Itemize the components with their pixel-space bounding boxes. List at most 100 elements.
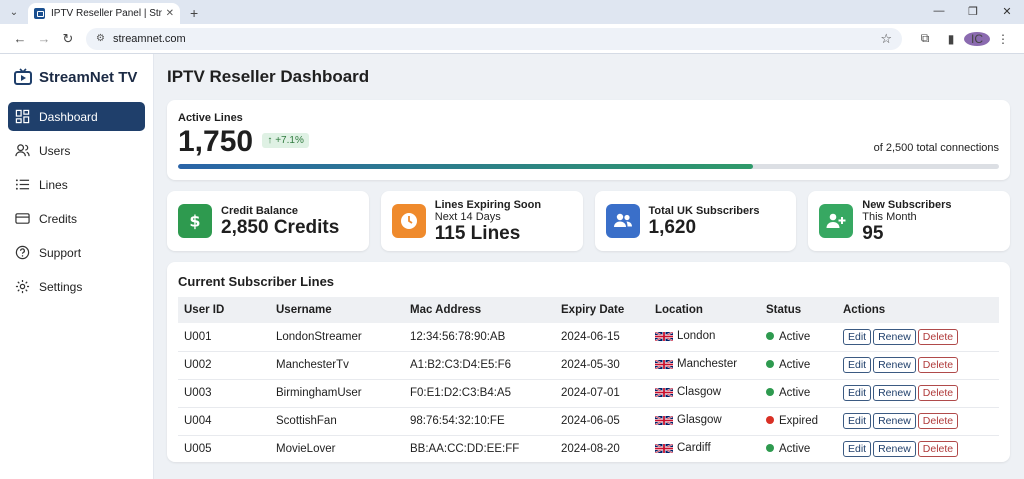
add-user-icon [826, 213, 846, 228]
brand-name: StreamNet TV [39, 68, 138, 86]
delete-button[interactable]: Delete [917, 413, 959, 429]
cell-username: MovieLover [270, 435, 404, 464]
cell-mac-address: BB:AA:CC:DD:EE:FF [404, 435, 555, 464]
sidebar-item-dashboard[interactable]: Dashboard [8, 102, 145, 131]
browser-tab[interactable]: IPTV Reseller Panel | StreamNe ✕ [28, 3, 180, 24]
cell-status: Active [760, 435, 837, 464]
clock-icon [400, 213, 417, 229]
edit-button[interactable]: Edit [843, 441, 872, 457]
stat-label: New Subscribers [862, 198, 952, 211]
brand[interactable]: StreamNet TV [8, 66, 145, 88]
browser-menu-icon[interactable]: ⋮ [990, 32, 1016, 46]
location-text: Cardiff [677, 442, 711, 454]
stats-row: $ Credit Balance 2,850 Credits Lines Exp… [167, 191, 1010, 251]
svg-text:$: $ [189, 212, 200, 230]
sidebar-item-support[interactable]: Support [8, 238, 145, 267]
cell-location: Clasgow [649, 379, 760, 408]
app-container: StreamNet TV Dashboard Users Lines Credi… [0, 54, 1024, 479]
edit-button[interactable]: Edit [843, 328, 872, 345]
close-window-icon[interactable]: ✕ [990, 0, 1024, 22]
column-header: Mac Address [404, 297, 555, 323]
forward-icon[interactable]: → [32, 31, 56, 46]
renew-button[interactable]: Renew [873, 357, 916, 373]
cell-location: London [649, 323, 760, 352]
url-text: streamnet.com [112, 32, 186, 45]
column-header: User ID [178, 297, 270, 323]
reload-icon[interactable]: ↻ [56, 31, 80, 47]
sidebar-item-label: Support [39, 245, 82, 260]
stat-sublabel: Next 14 Days [434, 210, 501, 223]
cell-location: Glasgow [649, 407, 760, 436]
stat-icon-box [605, 204, 640, 238]
active-lines-label: Active Lines [178, 112, 243, 124]
bookmark-star-icon[interactable]: ☆ [880, 31, 892, 47]
cell-user-id: U004 [178, 407, 270, 436]
cell-username: ManchesterTv [270, 351, 404, 380]
edit-button[interactable]: Edit [843, 357, 872, 373]
help-icon [15, 245, 30, 260]
cell-user-id: U001 [178, 323, 270, 352]
stat-lines-expiring: Lines Expiring Soon Next 14 Days 115 Lin… [380, 191, 583, 251]
side-panel-icon[interactable]: ▮ [938, 32, 964, 46]
delete-button[interactable]: Delete [917, 441, 959, 457]
cell-actions: Edit Renew Delete [837, 323, 999, 352]
sidebar-item-settings[interactable]: Settings [8, 272, 145, 301]
stat-total-uk-subscribers: Total UK Subscribers 1,620 [594, 191, 797, 251]
favicon-icon [34, 8, 45, 19]
cell-username: BirminghamUser [270, 379, 404, 408]
avatar: IC [964, 31, 990, 46]
cell-expiry-date: 2024-07-01 [555, 379, 649, 408]
tab-title: IPTV Reseller Panel | StreamNe [51, 8, 162, 19]
stat-icon-box [819, 204, 854, 238]
cell-location: Cardiff [649, 435, 760, 464]
renew-button[interactable]: Renew [873, 328, 916, 345]
back-icon[interactable]: ← [8, 31, 32, 46]
renew-button[interactable]: Renew [873, 413, 916, 429]
delete-button[interactable]: Delete [917, 357, 959, 373]
renew-button[interactable]: Renew [873, 441, 916, 457]
profile-avatar[interactable]: IC [964, 31, 990, 46]
new-tab-icon[interactable]: + [190, 5, 198, 21]
growth-badge: ↑ +7.1% [262, 133, 309, 148]
tab-close-icon[interactable]: ✕ [166, 8, 174, 19]
extensions-icon[interactable]: ⧉ [912, 31, 938, 46]
minimize-icon[interactable]: — [922, 0, 956, 22]
stat-sublabel: This Month [862, 210, 917, 223]
tab-search-chevron-icon[interactable]: ⌄ [4, 2, 24, 22]
tv-logo-icon [14, 68, 32, 85]
status-dot-icon [766, 444, 774, 452]
cell-username: ScottishFan [270, 407, 404, 436]
gear-icon [15, 279, 30, 294]
users-icon [15, 144, 30, 157]
site-settings-icon[interactable]: ⚙ [96, 33, 105, 44]
table-row: U002 ManchesterTv A1:B2:C3:D4:E5:F6 2024-05… [178, 351, 999, 380]
browser-tab-bar: ⌄ IPTV Reseller Panel | StreamNe ✕ + — ❐… [0, 0, 1024, 24]
stat-icon-box: $ [178, 204, 212, 238]
active-lines-value: 1,750 [178, 125, 254, 158]
status-dot-icon [766, 388, 774, 396]
address-bar[interactable]: ⚙ streamnet.com ☆ [86, 27, 902, 50]
status-dot-icon [766, 360, 774, 368]
table-title: Current Subscriber Lines [178, 274, 335, 289]
uk-flag-icon [654, 359, 674, 372]
cell-actions: Edit Renew Delete [837, 435, 999, 464]
location-text: Manchester [677, 358, 738, 370]
cell-status: Expired [760, 407, 837, 436]
edit-button[interactable]: Edit [843, 413, 872, 429]
page-title: IPTV Reseller Dashboard [167, 67, 370, 86]
location-text: Glasgow [677, 414, 722, 426]
cell-expiry-date: 2024-06-15 [555, 323, 649, 352]
progress-fill [178, 164, 753, 169]
sidebar-item-lines[interactable]: Lines [8, 170, 145, 199]
delete-button[interactable]: Delete [917, 328, 959, 345]
restore-icon[interactable]: ❐ [956, 0, 990, 22]
sidebar-item-credits[interactable]: Credits [8, 204, 145, 233]
stat-value: 1,620 [648, 216, 697, 238]
table-header-row: User ID Username Mac Address Expiry Date… [178, 297, 999, 323]
delete-button[interactable]: Delete [917, 385, 959, 401]
renew-button[interactable]: Renew [873, 385, 916, 401]
cell-mac-address: F0:E1:D2:C3:B4:A5 [404, 379, 555, 408]
uk-flag-icon [654, 330, 674, 344]
edit-button[interactable]: Edit [843, 385, 872, 401]
sidebar-item-users[interactable]: Users [8, 136, 145, 165]
